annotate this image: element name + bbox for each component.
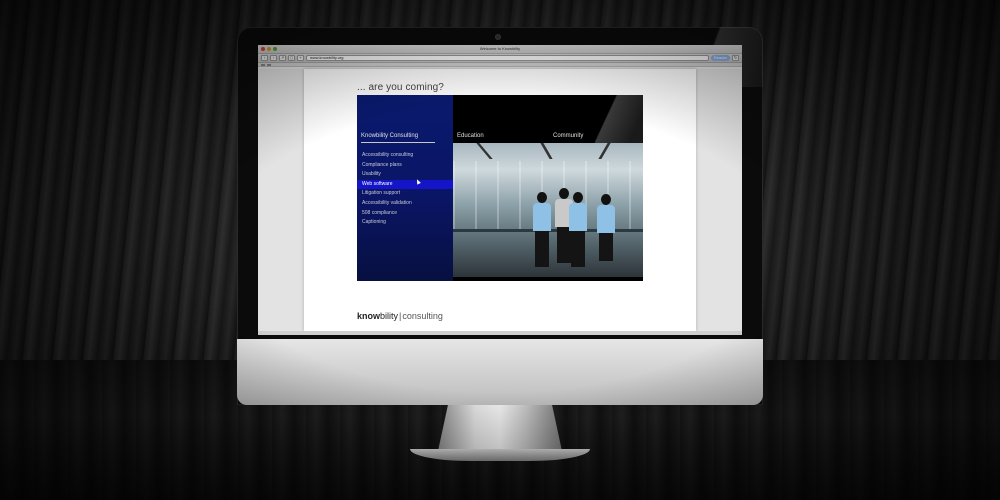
photo-beam: [540, 143, 553, 159]
web-page: ... are you coming? Knowbility Consultin…: [304, 69, 696, 331]
menu-item-active[interactable]: Web software: [357, 179, 453, 190]
menu-item[interactable]: Accessibility validation: [357, 199, 453, 209]
menu-item[interactable]: Usability: [357, 170, 453, 180]
page-bottom-edge: [258, 331, 742, 335]
camera-icon: [495, 34, 501, 40]
hero-photo: [453, 143, 643, 277]
screen: Welcome to Knowbility ‹ › ↗ ▯ + www.know…: [258, 45, 742, 335]
window-titlebar: Welcome to Knowbility: [258, 45, 742, 54]
reader-button[interactable]: Reader: [710, 55, 730, 61]
photo-person: [533, 192, 551, 267]
bookmarks-bar: [258, 63, 742, 67]
section-underline: [361, 142, 435, 143]
knowbility-logo[interactable]: knowbility|consulting: [357, 311, 443, 321]
reading-list-icon[interactable]: [261, 63, 265, 66]
hero-bottom-strip: [453, 277, 643, 281]
section-education[interactable]: Education: [457, 133, 484, 139]
menu-item[interactable]: Litigation support: [357, 189, 453, 199]
photo-beam: [598, 143, 611, 159]
photo-beam: [476, 143, 493, 159]
consulting-menu: Accessibility consulting Compliance plan…: [357, 151, 453, 228]
monitor-chin: [237, 339, 763, 405]
hero-banner: Knowbility Consulting Education Communit…: [357, 95, 643, 281]
top-sites-icon[interactable]: [267, 63, 271, 66]
section-consulting[interactable]: Knowbility Consulting: [361, 133, 418, 139]
browser-toolbar: ‹ › ↗ ▯ + www.knowbility.org Reader ↻: [258, 54, 742, 63]
page-tagline: ... are you coming?: [357, 82, 444, 93]
bookmark-icon[interactable]: ▯: [288, 55, 295, 61]
photo-person: [569, 192, 587, 267]
menu-item[interactable]: 508 compliance: [357, 209, 453, 219]
menu-item[interactable]: Captioning: [357, 218, 453, 228]
section-community[interactable]: Community: [553, 133, 583, 139]
menu-item[interactable]: Compliance plans: [357, 161, 453, 171]
photo-person: [597, 194, 615, 261]
back-button[interactable]: ‹: [261, 55, 268, 61]
reload-icon[interactable]: ↻: [732, 55, 739, 61]
share-icon[interactable]: ↗: [279, 55, 286, 61]
page-viewport: ... are you coming? Knowbility Consultin…: [258, 69, 742, 335]
window-title: Welcome to Knowbility: [479, 46, 521, 51]
address-bar[interactable]: www.knowbility.org: [306, 55, 709, 61]
menu-item[interactable]: Accessibility consulting: [357, 151, 453, 161]
add-icon[interactable]: +: [297, 55, 304, 61]
forward-button[interactable]: ›: [270, 55, 277, 61]
monitor-stand: [438, 405, 562, 451]
